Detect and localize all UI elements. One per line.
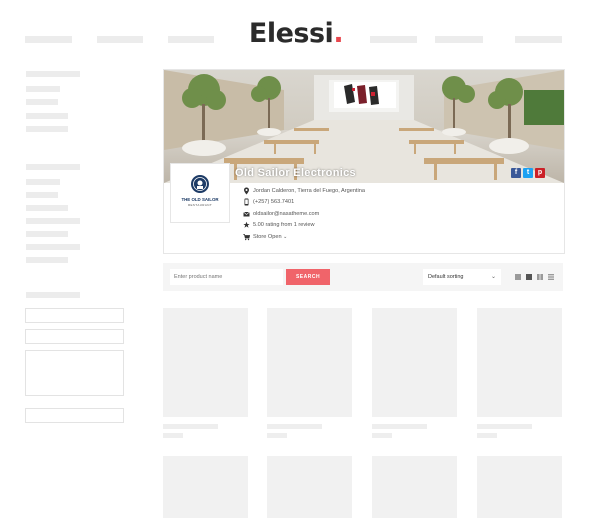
product-card-placeholder[interactable]: [163, 308, 248, 417]
facebook-share-icon[interactable]: f: [511, 168, 521, 178]
sidebar-input-placeholder[interactable]: [25, 329, 124, 344]
store-name: Old Sailor Electronics: [235, 167, 356, 179]
nav-item-placeholder[interactable]: [168, 36, 214, 43]
grid-4-columns-icon[interactable]: [515, 274, 521, 280]
store-logo-subtitle: RESTAURANT: [187, 203, 213, 207]
sidebar-item-placeholder[interactable]: [26, 244, 80, 250]
product-card-placeholder[interactable]: [267, 456, 352, 518]
product-title-placeholder: [372, 424, 427, 429]
sidebar-button-placeholder[interactable]: [25, 408, 124, 423]
nav-item-placeholder[interactable]: [97, 36, 143, 43]
sidebar-item-placeholder[interactable]: [26, 218, 80, 224]
product-search-input[interactable]: [170, 269, 283, 285]
nav-item-placeholder[interactable]: [370, 36, 417, 43]
map-marker-icon: [244, 187, 249, 195]
store-logo: THE OLD SAILOR RESTAURANT: [170, 163, 230, 223]
product-card-placeholder[interactable]: [372, 456, 457, 518]
product-price-placeholder: [163, 433, 183, 438]
pinterest-share-icon[interactable]: p: [535, 168, 545, 178]
shop-toolbar: SEARCH Default sorting ⌄: [163, 263, 563, 291]
sidebar-item-placeholder[interactable]: [26, 257, 68, 263]
store-logo-title: THE OLD SAILOR: [181, 197, 219, 202]
chevron-down-icon: ⌄: [283, 234, 288, 240]
grid-2-columns-icon[interactable]: [537, 274, 543, 280]
grid-3-columns-icon[interactable]: [526, 274, 532, 280]
sidebar-item-placeholder[interactable]: [26, 205, 68, 211]
phone-icon: [244, 198, 249, 206]
site-logo[interactable]: Elessi.: [0, 18, 592, 49]
product-price-placeholder: [267, 433, 287, 438]
product-card-placeholder[interactable]: [477, 308, 562, 417]
sidebar-heading-placeholder: [26, 71, 80, 77]
cart-icon: [243, 234, 250, 241]
product-card-placeholder[interactable]: [163, 456, 248, 518]
star-icon: [243, 221, 250, 228]
sidebar-item-placeholder[interactable]: [26, 192, 58, 198]
nav-item-placeholder[interactable]: [25, 36, 72, 43]
sidebar-item-placeholder[interactable]: [26, 179, 60, 185]
store-email[interactable]: oldsailor@nasatheme.com: [253, 210, 319, 218]
sidebar-item-placeholder[interactable]: [26, 99, 58, 105]
sort-select[interactable]: Default sorting ⌄: [423, 269, 501, 285]
product-title-placeholder: [477, 424, 532, 429]
sidebar-item-placeholder[interactable]: [26, 86, 60, 92]
product-title-placeholder: [267, 424, 322, 429]
sidebar-item-placeholder[interactable]: [26, 231, 68, 237]
store-header-card: Old Sailor Electronics f t p THE OLD SAI…: [163, 69, 565, 254]
store-address: Jordan Calderon, Tierra del Fuego, Argen…: [253, 188, 365, 194]
product-price-placeholder: [372, 433, 392, 438]
nav-item-placeholder[interactable]: [515, 36, 562, 43]
sidebar-heading-placeholder: [26, 164, 80, 170]
product-title-placeholder: [163, 424, 218, 429]
sidebar-heading-placeholder: [26, 292, 80, 298]
search-button[interactable]: SEARCH: [286, 269, 330, 285]
chevron-down-icon: ⌄: [490, 274, 496, 280]
store-status[interactable]: Store Open ⌄: [253, 233, 287, 241]
envelope-icon: [243, 211, 250, 217]
sidebar-item-placeholder[interactable]: [26, 113, 68, 119]
list-view-icon[interactable]: [548, 274, 554, 280]
nav-item-placeholder[interactable]: [435, 36, 483, 43]
store-rating: 5.00 rating from 1 review: [253, 222, 315, 228]
sidebar-item-placeholder[interactable]: [26, 126, 68, 132]
store-phone[interactable]: (+257) 563.7401: [253, 198, 294, 206]
product-card-placeholder[interactable]: [372, 308, 457, 417]
product-card-placeholder[interactable]: [477, 456, 562, 518]
product-price-placeholder: [477, 433, 497, 438]
product-card-placeholder[interactable]: [267, 308, 352, 417]
sidebar-input-placeholder[interactable]: [25, 308, 124, 323]
twitter-share-icon[interactable]: t: [523, 168, 533, 178]
sidebar-textarea-placeholder[interactable]: [25, 350, 124, 396]
